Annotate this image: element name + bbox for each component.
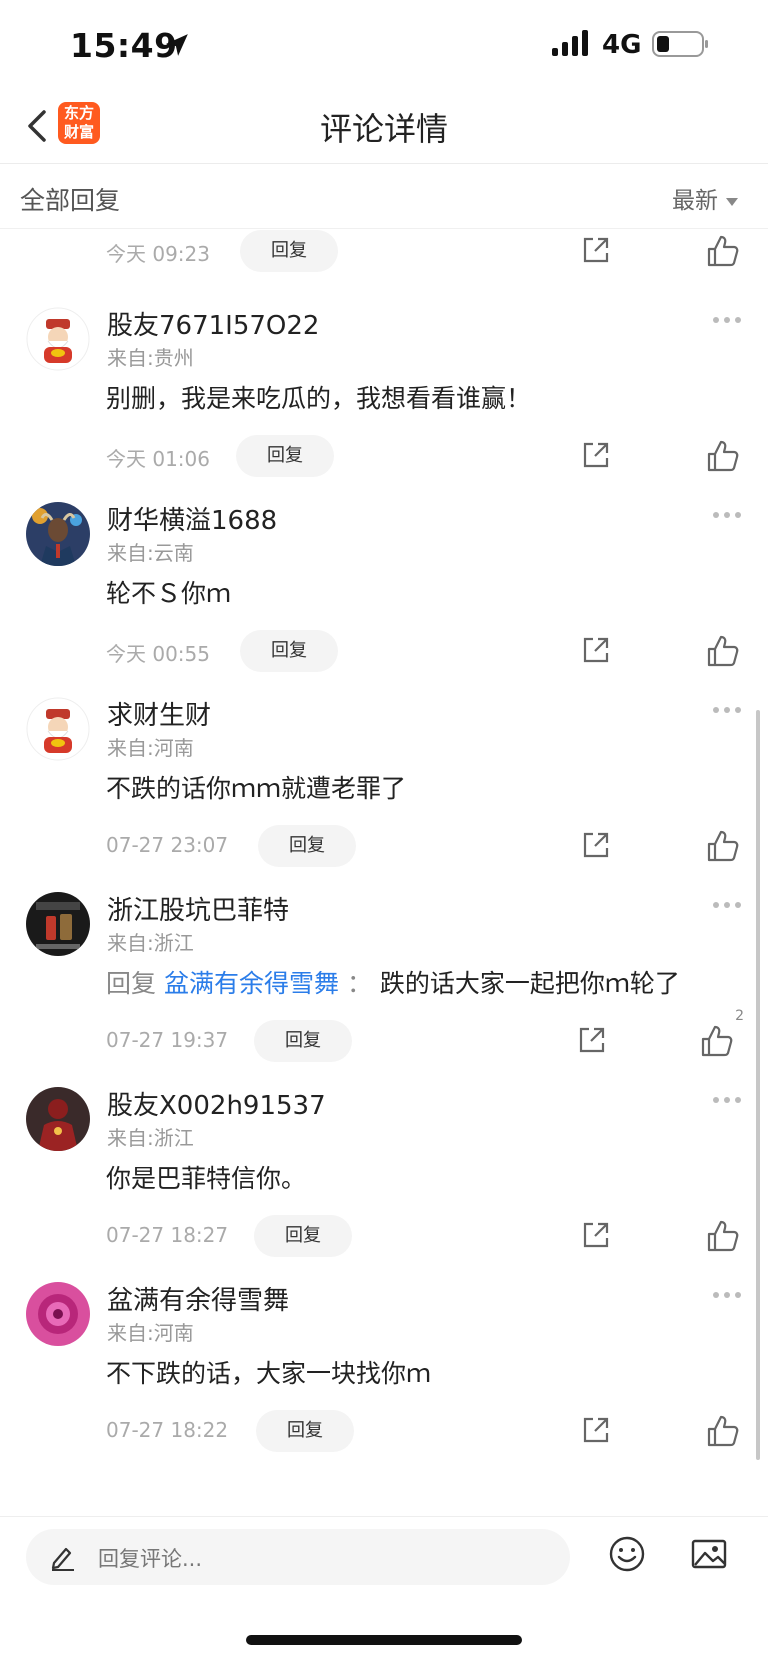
- filter-bar: 全部回复 最新: [0, 165, 768, 229]
- comment-meta: 07-27 18:22 回复: [0, 1410, 768, 1454]
- comment-meta: 今天 09:23 回复: [0, 230, 768, 274]
- thumbs-up-icon[interactable]: [700, 1024, 734, 1058]
- comment-time: 今天 09:23: [106, 242, 210, 266]
- comment-item: 盆满有余得雪舞 来自:河南 不下跌的话，大家一块找你ｍ 07-27 18:22 …: [0, 1262, 768, 1467]
- thumbs-up-icon[interactable]: [706, 1414, 740, 1448]
- more-options-icon[interactable]: [712, 900, 742, 910]
- like-count: 2: [735, 1008, 744, 1024]
- comment-list[interactable]: 今天 09:23 回复 股友7671I57O22 来自:贵州 别删，我是来吃瓜的…: [0, 230, 768, 1515]
- more-options-icon[interactable]: [712, 315, 742, 325]
- status-bar: 15:49 4G: [0, 0, 768, 90]
- comment-text: 别删，我是来吃瓜的，我想看看谁赢！: [106, 384, 532, 413]
- comment-username[interactable]: 财华横溢1688: [107, 500, 277, 537]
- fortune-god-avatar[interactable]: [26, 307, 90, 371]
- comment-item: 股友X002h91537 来自:浙江 你是巴菲特信你。 07-27 18:27 …: [0, 1067, 768, 1272]
- pink-flower-avatar[interactable]: [26, 1282, 90, 1346]
- reply-input-placeholder: 回复评论...: [98, 1547, 203, 1571]
- comment-meta: 07-27 19:37 回复 2: [0, 1008, 768, 1064]
- network-type: 4G: [602, 30, 642, 60]
- comment-location: 来自:云南: [107, 541, 194, 565]
- share-icon[interactable]: [580, 439, 612, 471]
- reply-button[interactable]: 回复: [240, 630, 338, 672]
- comment-time: 07-27 18:27: [106, 1223, 229, 1247]
- reply-button[interactable]: 回复: [254, 1020, 352, 1062]
- thumbs-up-icon[interactable]: [706, 439, 740, 473]
- bull-avatar[interactable]: [26, 502, 90, 566]
- reply-button[interactable]: 回复: [240, 230, 338, 272]
- comment-location: 来自:浙江: [107, 1126, 194, 1150]
- reply-prefix: 回复: [106, 969, 157, 998]
- comment-text: 回复 盆满有余得雪舞 ： 跌的话大家一起把你ｍ轮了: [106, 964, 680, 1000]
- share-icon[interactable]: [580, 634, 612, 666]
- comment-item: 财华横溢1688 来自:云南 轮不Ｓ你ｍ 今天 00:55 回复: [0, 482, 768, 687]
- comment-item: 股友7671I57O22 来自:贵州 别删，我是来吃瓜的，我想看看谁赢！ 今天 …: [0, 287, 768, 492]
- comment-meta: 今天 00:55 回复: [0, 630, 768, 674]
- comment-location: 来自:浙江: [107, 931, 194, 955]
- pencil-icon: [51, 1547, 74, 1571]
- comment-item: 浙江股坑巴菲特 来自:浙江 回复 盆满有余得雪舞 ： 跌的话大家一起把你ｍ轮了 …: [0, 872, 768, 1077]
- status-time: 15:49: [70, 26, 178, 65]
- image-icon[interactable]: [690, 1535, 728, 1573]
- comment-time: 07-27 19:37: [106, 1028, 229, 1052]
- location-arrow-icon: [166, 34, 188, 56]
- comment-text: 轮不Ｓ你ｍ: [106, 579, 232, 608]
- all-replies-label: 全部回复: [20, 186, 121, 215]
- reply-button[interactable]: 回复: [258, 825, 356, 867]
- comment-location: 来自:河南: [107, 1321, 194, 1345]
- comment-time: 07-27 23:07: [106, 833, 229, 857]
- comment-username[interactable]: 盆满有余得雪舞: [107, 1280, 289, 1317]
- scrollbar[interactable]: [756, 710, 760, 1460]
- thumbs-up-icon[interactable]: [706, 634, 740, 668]
- comment-time: 今天 01:06: [106, 447, 210, 471]
- thumbs-up-icon[interactable]: [706, 1219, 740, 1253]
- ironman-avatar[interactable]: [26, 1087, 90, 1151]
- poster-avatar[interactable]: [26, 892, 90, 956]
- reply-button[interactable]: 回复: [256, 1410, 354, 1452]
- more-options-icon[interactable]: [712, 705, 742, 715]
- share-icon[interactable]: [580, 234, 612, 266]
- comment-username[interactable]: 股友X002h91537: [107, 1085, 326, 1122]
- caret-down-icon: [726, 197, 738, 206]
- page-title: 评论详情: [319, 110, 448, 148]
- reply-target-link[interactable]: 盆满有余得雪舞: [164, 969, 339, 998]
- comment-username[interactable]: 股友7671I57O22: [107, 305, 319, 342]
- comment-time: 今天 00:55: [106, 642, 210, 666]
- comment-username[interactable]: 浙江股坑巴菲特: [107, 890, 289, 927]
- comment-text: 不跌的话你ｍｍ就遭老罪了: [106, 774, 407, 803]
- reply-button[interactable]: 回复: [254, 1215, 352, 1257]
- reply-input[interactable]: 回复评论...: [26, 1529, 570, 1585]
- nav-bar: 东方 财富 评论详情: [0, 90, 768, 164]
- share-icon[interactable]: [576, 1024, 608, 1056]
- comment-text: 你是巴菲特信你。: [106, 1164, 307, 1193]
- comment-time: 07-27 18:22: [106, 1418, 229, 1442]
- comment-meta: 07-27 18:27 回复: [0, 1215, 768, 1259]
- comment-location: 来自:贵州: [107, 346, 194, 370]
- reply-button[interactable]: 回复: [236, 435, 334, 477]
- share-icon[interactable]: [580, 829, 612, 861]
- more-options-icon[interactable]: [712, 1290, 742, 1300]
- signal-icon: [552, 30, 588, 56]
- comment-location: 来自:河南: [107, 736, 194, 760]
- comment-item: 今天 09:23 回复: [0, 230, 768, 287]
- reply-colon: ：: [346, 969, 372, 998]
- thumbs-up-icon[interactable]: [706, 234, 740, 268]
- share-icon[interactable]: [580, 1414, 612, 1446]
- more-options-icon[interactable]: [712, 1095, 742, 1105]
- more-options-icon[interactable]: [712, 510, 742, 520]
- bottom-input-bar: 回复评论...: [0, 1516, 768, 1662]
- fortune-god-avatar[interactable]: [26, 697, 90, 761]
- sort-label: 最新: [672, 188, 718, 214]
- comment-username[interactable]: 求财生财: [107, 695, 211, 732]
- reply-body: 跌的话大家一起把你ｍ轮了: [379, 969, 680, 998]
- comment-meta: 今天 01:06 回复: [0, 435, 768, 479]
- share-icon[interactable]: [580, 1219, 612, 1251]
- emoji-icon[interactable]: [608, 1535, 646, 1573]
- battery-icon: [652, 31, 708, 57]
- comment-meta: 07-27 23:07 回复: [0, 825, 768, 869]
- comment-item: 求财生财 来自:河南 不跌的话你ｍｍ就遭老罪了 07-27 23:07 回复: [0, 677, 768, 882]
- sort-dropdown[interactable]: 最新: [672, 181, 738, 215]
- home-indicator[interactable]: [246, 1635, 522, 1645]
- comment-text: 不下跌的话，大家一块找你ｍ: [106, 1359, 432, 1388]
- thumbs-up-icon[interactable]: [706, 829, 740, 863]
